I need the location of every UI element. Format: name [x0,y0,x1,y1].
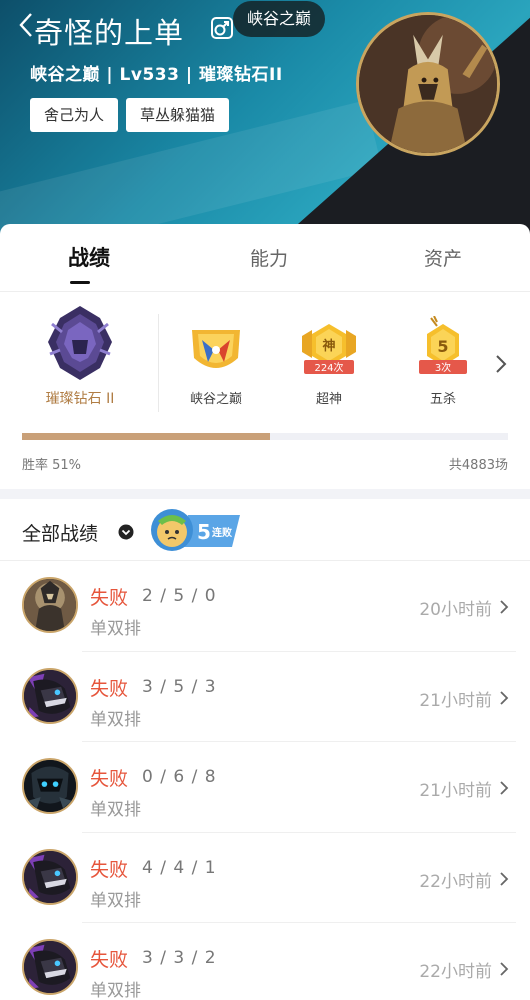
match-result: 失败 [90,677,129,700]
summit-shield-icon [192,330,240,368]
penta-kill-medal-icon: 5 3次 [419,315,467,374]
tab-records[interactable]: 战绩 [68,242,110,272]
match-kda: 4 / 4 / 1 [142,857,217,878]
match-time: 22小时前 [419,871,492,892]
tab-ability[interactable]: 能力 [250,244,288,271]
match-mode: 单双排 [90,890,141,911]
streak-number: 5 [197,520,211,544]
match-result: 失败 [90,587,129,609]
godlike-medal-icon: 神 224次 [302,324,356,374]
profile-subline: 峡谷之巅 | Lv533 | 璀璨钻石II [30,65,283,85]
profile-tag[interactable]: 草丛躲猫猫 [126,98,230,132]
rank-badge[interactable]: 璀璨钻石 II [22,304,138,408]
records-header: 全部战绩 5 连败 [0,499,530,561]
match-mode: 单双排 [90,619,141,639]
winrate-bar [22,433,508,440]
hero-void-icon [22,758,78,814]
match-mode: 单双排 [90,800,141,820]
badge-divider [158,314,159,412]
match-result: 失败 [90,949,129,971]
profile-header: 奇怪的上单 峡谷之巅 峡谷之巅 | Lv533 | 璀璨钻石II 舍己为人 草丛… [0,0,530,240]
hero-jackal-icon [22,667,78,724]
godlike-label: 超神 [315,392,342,407]
match-mode: 单双排 [90,981,141,1000]
penta-glyph: 5 [437,337,448,356]
match-row[interactable]: 失败 3 / 5 / 3 单双排 21小时前 [0,652,530,742]
server-chip[interactable]: 峡谷之巅 [233,1,326,37]
match-time: 20小时前 [419,600,492,620]
godlike-badge[interactable]: 神 224次 超神 [292,322,366,407]
chevron-right-icon [496,355,507,373]
chevron-right-icon [500,871,509,886]
penta-label: 五杀 [429,392,456,407]
winrate-label: 胜率 51% [22,458,82,473]
profile-avatar[interactable] [356,12,500,156]
match-kda: 3 / 3 / 2 [142,948,217,968]
hero-knight-icon [22,577,78,633]
chevron-left-icon [19,13,32,37]
dropdown-icon[interactable] [118,524,134,540]
match-row[interactable]: 失败 4 / 4 / 1 单双排 22小时前 [0,833,530,923]
chevron-right-icon [500,600,509,614]
match-list: 失败 2 / 5 / 0 单双排 20小时前 失败 3 / 5 / 3 单双排 21小时前 失败… [0,561,530,1000]
hero-jackal-icon [22,848,78,905]
losing-streak-badge: 5 连败 [151,509,240,551]
total-games-label: 共4883场 [448,458,508,473]
streak-text: 连败 [212,526,232,539]
godlike-count: 224次 [314,361,343,374]
hero-jackal-icon [22,939,78,995]
badges-more-button[interactable] [492,352,510,376]
section-separator [0,489,530,499]
chevron-right-icon [500,690,509,705]
chevron-right-icon [500,781,509,795]
male-gender-icon [211,17,233,39]
match-time: 21小时前 [419,781,492,801]
summit-badge[interactable]: 峡谷之巅 [176,322,256,407]
match-row[interactable]: 失败 0 / 6 / 8 单双排 21小时前 [0,742,530,833]
tab-assets[interactable]: 资产 [424,244,462,271]
match-row[interactable]: 失败 3 / 3 / 2 单双排 22小时前 [0,923,530,1000]
match-time: 21小时前 [419,690,492,711]
penta-badge[interactable]: 5 3次 五杀 [408,315,478,407]
champion-portrait-icon [359,15,497,153]
records-filter-title[interactable]: 全部战绩 [22,519,98,546]
penta-count: 3次 [435,361,451,374]
match-mode: 单双排 [90,709,141,730]
profile-tag[interactable]: 舍己为人 [30,98,119,132]
rank-label: 璀璨钻石 II [45,391,115,407]
match-result: 失败 [90,768,129,790]
profile-username: 奇怪的上单 [34,16,185,50]
match-kda: 2 / 5 / 0 [142,586,217,606]
godlike-glyph: 神 [322,338,335,354]
winrate-bar-fill [22,433,270,440]
diamond-rank-icon [48,306,112,380]
match-kda: 0 / 6 / 8 [142,767,217,787]
match-kda: 3 / 5 / 3 [142,676,217,697]
tab-bar: 战绩 能力 资产 [0,224,530,292]
honor-badges: 璀璨钻石 II 峡谷之巅 神 224次 超神 5 3次 五杀 [0,292,530,427]
match-row[interactable]: 失败 2 / 5 / 0 单双排 20小时前 [0,561,530,652]
summit-label: 峡谷之巅 [189,392,242,407]
match-result: 失败 [90,858,129,881]
tab-active-indicator [70,281,90,284]
chevron-right-icon [500,962,509,976]
match-time: 22小时前 [419,962,492,982]
content-card: 战绩 能力 资产 璀璨钻石 II 峡谷之巅 神 224次 超神 5 3次 五杀 … [0,224,530,1000]
